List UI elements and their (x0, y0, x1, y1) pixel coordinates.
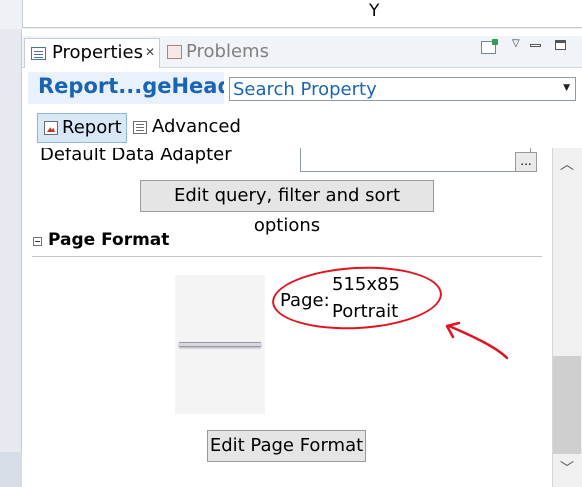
page-band-preview (179, 342, 261, 347)
advanced-label: Advanced (152, 116, 241, 137)
properties-content: Default Data Adapter ... Edit query, fil… (22, 148, 552, 487)
annotation-circle (270, 262, 444, 334)
edit-query-button[interactable]: Edit query, filter and sort options (140, 180, 434, 236)
edit-page-format-button[interactable]: Edit Page Format (207, 430, 366, 462)
collapse-icon[interactable] (33, 237, 42, 246)
report-label: Report (62, 117, 122, 138)
browse-button[interactable]: ... (515, 152, 537, 172)
search-property-combo[interactable]: Search Property ▼ (229, 77, 576, 101)
annotation-arrow (445, 321, 509, 360)
column-label: Y (369, 1, 380, 21)
section-title-page-format[interactable]: Page Format (48, 230, 169, 250)
advanced-tab-button[interactable]: Advanced (131, 113, 241, 143)
data-adapter-label: Default Data Adapter (40, 148, 232, 165)
section-divider (32, 256, 542, 257)
scroll-thumb[interactable] (553, 356, 581, 454)
problems-icon[interactable] (167, 45, 182, 59)
chevron-down-icon[interactable]: ▽ (512, 38, 520, 49)
tab-problems[interactable]: Problems (186, 41, 269, 62)
properties-icon (31, 47, 46, 60)
data-adapter-field[interactable] (300, 148, 531, 172)
element-title: Report...geHead (28, 72, 224, 104)
tab-properties[interactable]: Properties ✕ (24, 38, 160, 68)
report-icon (44, 121, 58, 135)
left-sidebar (0, 29, 22, 487)
report-tab-button[interactable]: Report (37, 113, 127, 143)
new-view-icon[interactable] (481, 39, 498, 54)
vertical-scrollbar[interactable]: ︿ ﹀ (552, 148, 582, 487)
editor-panel: Y (22, 0, 582, 28)
left-sidebar-footer (0, 452, 22, 487)
dropdown-arrow-icon[interactable]: ▼ (563, 83, 570, 93)
maximize-icon[interactable] (555, 40, 566, 50)
scroll-down-icon[interactable]: ﹀ (560, 458, 574, 478)
scroll-up-icon[interactable]: ︿ (560, 154, 574, 174)
page-preview (175, 275, 265, 414)
search-input[interactable]: Search Property (233, 79, 377, 100)
close-icon[interactable]: ✕ (145, 45, 155, 59)
tab-properties-label: Properties (52, 42, 143, 63)
list-icon (133, 121, 147, 134)
minimize-icon[interactable] (530, 44, 541, 47)
